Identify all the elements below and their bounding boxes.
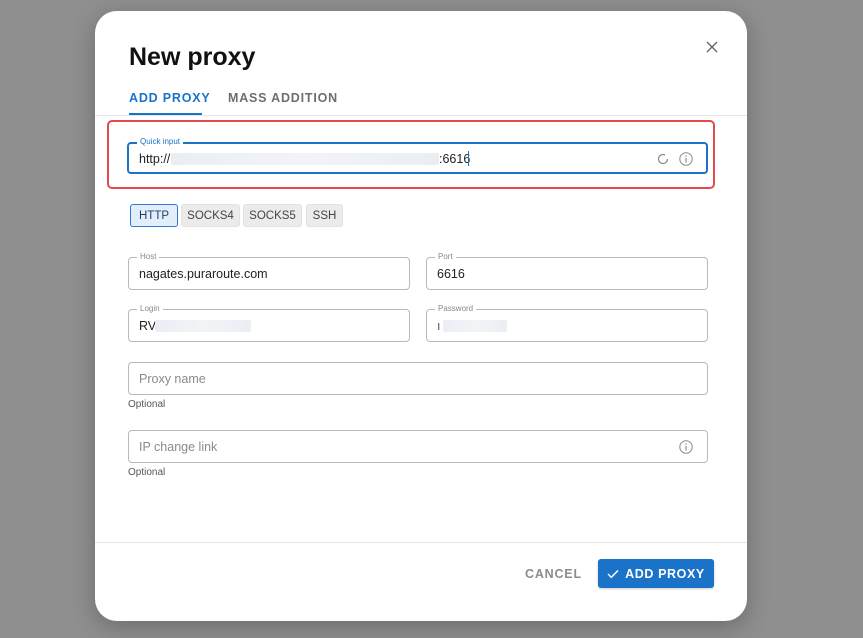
add-proxy-button-label: ADD PROXY bbox=[625, 566, 705, 581]
port-value: 6616 bbox=[437, 267, 465, 281]
password-value: ı bbox=[437, 319, 441, 333]
password-label: Password bbox=[435, 304, 477, 314]
password-field[interactable]: Password ı bbox=[426, 304, 708, 342]
footer-divider bbox=[95, 542, 747, 543]
tab-add-proxy[interactable]: ADD PROXY bbox=[129, 91, 211, 105]
close-icon bbox=[706, 41, 718, 53]
new-proxy-dialog: New proxy ADD PROXY MASS ADDITION Quick … bbox=[95, 11, 747, 621]
dialog-title: New proxy bbox=[129, 43, 256, 71]
proxy-name-helper: Optional bbox=[128, 399, 166, 410]
info-icon[interactable] bbox=[679, 152, 693, 166]
tab-mass-addition[interactable]: MASS ADDITION bbox=[228, 91, 338, 105]
port-field[interactable]: Port 6616 bbox=[426, 252, 708, 290]
protocol-socks4[interactable]: SOCKS4 bbox=[181, 204, 240, 227]
quick-input-prefix: http:// bbox=[139, 152, 171, 166]
info-icon[interactable] bbox=[679, 440, 693, 454]
protocol-http[interactable]: HTTP bbox=[130, 204, 178, 227]
login-label: Login bbox=[137, 304, 163, 314]
ip-change-link-placeholder: IP change link bbox=[139, 440, 218, 454]
ip-change-link-helper: Optional bbox=[128, 467, 166, 478]
ip-change-link-field[interactable]: IP change link bbox=[128, 430, 708, 463]
add-proxy-button[interactable]: ADD PROXY bbox=[598, 559, 714, 588]
proxy-name-field[interactable]: Proxy name bbox=[128, 362, 708, 395]
port-label: Port bbox=[435, 252, 456, 262]
proxy-name-placeholder: Proxy name bbox=[139, 372, 206, 386]
redacted-login bbox=[155, 320, 251, 332]
cancel-button[interactable]: CANCEL bbox=[525, 567, 582, 581]
redacted-password bbox=[443, 320, 507, 332]
redacted-address bbox=[171, 153, 439, 165]
text-caret bbox=[468, 151, 469, 166]
tabs-divider bbox=[95, 115, 747, 116]
close-button[interactable] bbox=[700, 35, 724, 59]
check-icon bbox=[607, 569, 619, 578]
protocol-socks5[interactable]: SOCKS5 bbox=[243, 204, 302, 227]
host-value: nagates.puraroute.com bbox=[139, 267, 268, 281]
quick-input-label: Quick input bbox=[137, 137, 184, 147]
quick-input-suffix: :6616 bbox=[439, 152, 471, 166]
quick-input-field[interactable]: Quick input http:// :6616 bbox=[127, 137, 708, 174]
host-field[interactable]: Host nagates.puraroute.com bbox=[128, 252, 410, 290]
host-label: Host bbox=[137, 252, 160, 262]
login-field[interactable]: Login RV bbox=[128, 304, 410, 342]
protocol-ssh[interactable]: SSH bbox=[306, 204, 343, 227]
refresh-icon[interactable] bbox=[656, 152, 670, 166]
login-value: RV bbox=[139, 319, 157, 333]
